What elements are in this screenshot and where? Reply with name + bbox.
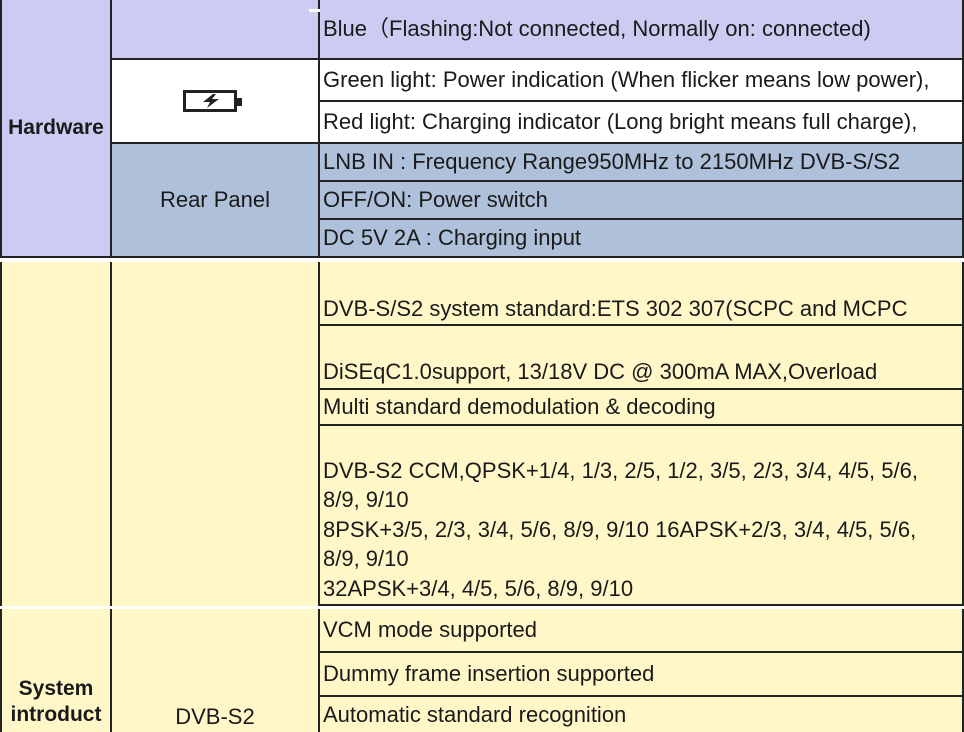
spec-text: Multi standard demodulation & decoding: [323, 394, 716, 419]
hardware-category-label: Hardware: [8, 116, 104, 139]
spec-row: Green light: Power indication (When flic…: [320, 60, 964, 102]
spec-row: Automatic standard recognition: [320, 697, 964, 732]
dvb-s2-cell: DVB-S2: [112, 262, 320, 732]
spec-row: VCM mode supported: [320, 609, 964, 653]
spec-row: DVB-S2 CCM,QPSK+1/4, 1/3, 2/5, 1/2, 3/5,…: [320, 426, 964, 630]
spec-row: Dummy frame insertion supported: [320, 653, 964, 697]
spec-row: Blue（Flashing:Not connected, Normally on…: [320, 0, 964, 60]
spec-row: Red light: Charging indicator (Long brig…: [320, 102, 964, 144]
spec-text: DC 5V 2A : Charging input: [323, 225, 582, 250]
spec-row: OFF/ON: Power switch: [320, 182, 964, 220]
spec-row: DVB-S/S2 system standard:ETS 302 307(SCP…: [320, 262, 964, 351]
spec-text: Automatic standard recognition: [323, 701, 627, 727]
rear-panel-label: Rear Panel: [159, 187, 271, 212]
white-bar-cell: [112, 0, 355, 60]
spec-text: VCM mode supported: [323, 617, 537, 642]
spec-text: DVB-S2 CCM,QPSK+1/4, 1/3, 2/5, 1/2, 3/5,…: [323, 457, 918, 631]
spec-text: Green light: Power indication (When flic…: [323, 67, 930, 92]
hardware-category-cell: Hardware: [0, 0, 112, 258]
spec-text: Red light: Charging indicator (Long brig…: [323, 109, 918, 134]
spec-text: LNB IN : Frequency Range950MHz to 2150MH…: [323, 149, 901, 174]
system-category-cell: System introduct: [0, 262, 112, 732]
system-category-label: System introduct: [10, 677, 102, 726]
battery-charging-icon: [183, 90, 242, 112]
spec-text: Blue（Flashing:Not connected, Normally on…: [323, 16, 871, 41]
spec-text: Dummy frame insertion supported: [323, 661, 655, 686]
rear-panel-cell: Rear Panel: [112, 144, 320, 258]
spec-row: LNB IN : Frequency Range950MHz to 2150MH…: [320, 144, 964, 182]
spec-row: DC 5V 2A : Charging input: [320, 220, 964, 258]
spec-row: Multi standard demodulation & decoding: [320, 390, 964, 426]
spec-text: OFF/ON: Power switch: [323, 187, 548, 212]
spec-row: DiSEqC1.0support, 13/18V DC @ 300mA MAX,…: [320, 326, 964, 414]
battery-icon-cell: [112, 60, 320, 144]
dvb-s2-label: DVB-S2: [175, 704, 255, 729]
section-gap: [0, 606, 320, 609]
